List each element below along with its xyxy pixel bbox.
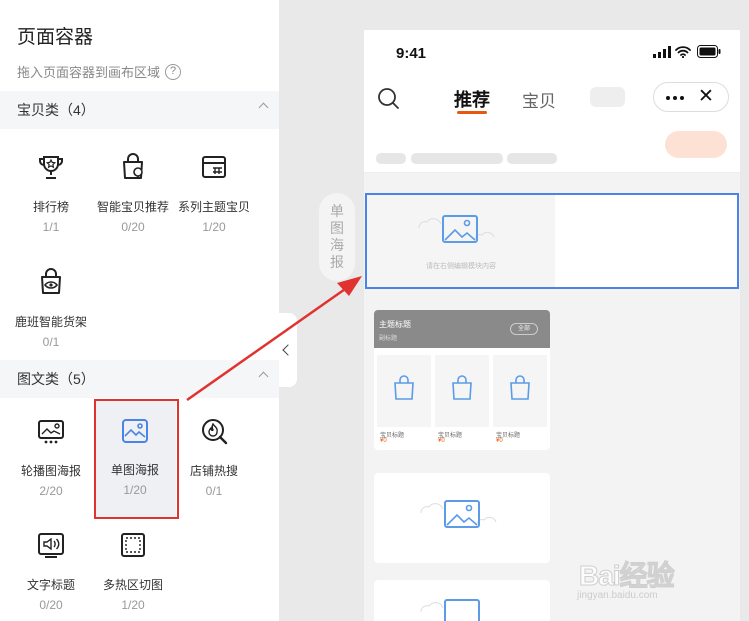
component-series-theme[interactable]: 系列主题宝贝 1/20 (173, 140, 255, 240)
tab-placeholder (590, 87, 625, 107)
text-title-icon (38, 533, 64, 558)
bag-icon (510, 375, 530, 400)
poster-placeholder: 请在右侧编辑模块内容 (367, 195, 555, 287)
bag-icon (452, 375, 472, 400)
chevron-up-icon (258, 102, 269, 113)
drag-hint-pill: 单 图 海 报 (319, 193, 355, 281)
component-name: 店铺热搜 (189, 464, 238, 478)
store-series-icon (202, 156, 226, 178)
component-name: 排行榜 (32, 200, 69, 214)
theme-products-card[interactable]: 主题标题 副标题 全部 宝贝标题 ¥0 宝贝标题 ¥0 宝贝标题 ¥0 (374, 310, 550, 450)
component-name: 多热区切图 (102, 578, 163, 592)
image-placeholder-icon (420, 500, 497, 528)
info-placeholder (376, 153, 406, 164)
mini-program-capsule: ✕ (653, 82, 729, 112)
component-ranking[interactable]: 排行榜 1/1 (10, 140, 92, 240)
follow-button-placeholder[interactable] (665, 131, 727, 158)
poster-card[interactable] (374, 473, 550, 563)
close-icon[interactable]: ✕ (698, 85, 714, 108)
component-name: 轮播图海报 (20, 464, 81, 478)
info-placeholder (411, 153, 503, 164)
component-count: 2/20 (39, 484, 63, 498)
image-placeholder-icon (418, 215, 495, 243)
component-text-title[interactable]: 文字标题 0/20 (10, 518, 92, 618)
watermark-logo: Bai经验 (579, 560, 676, 592)
tab-recommend[interactable]: 推荐 (454, 86, 490, 112)
chevron-up-icon (258, 371, 269, 382)
category-header-products[interactable]: 宝贝类（4） (0, 91, 279, 129)
component-count: 0/20 (39, 598, 63, 612)
image-placeholder-icon (420, 599, 480, 621)
battery-icon (697, 45, 721, 58)
bag-icon (394, 375, 414, 400)
component-carousel-poster[interactable]: 轮播图海报 2/20 (10, 404, 92, 504)
watermark-url: jingyan.baidu.com (577, 590, 658, 601)
smart-shelf-icon (41, 268, 61, 294)
signal-icon (653, 46, 671, 58)
panel-title: 页面容器 (17, 27, 94, 48)
search-icon[interactable] (377, 87, 401, 111)
drag-hint-text: 单 图 海 报 (330, 203, 344, 270)
category-label: 图文类（5） (17, 371, 95, 387)
component-name: 智能宝贝推荐 (96, 200, 169, 214)
product-price: ¥0 (380, 438, 387, 444)
product-slot (493, 355, 547, 427)
product-slot (377, 355, 431, 427)
tab-products[interactable]: 宝贝 (522, 87, 556, 112)
theme-title: 主题标题 (379, 320, 411, 329)
component-hotzone-cut[interactable]: 多热区切图 1/20 (92, 518, 174, 618)
component-name: 文字标题 (26, 578, 75, 592)
status-time: 9:41 (396, 45, 427, 62)
placeholder-text: 请在右侧编辑模块内容 (426, 263, 496, 270)
carousel-icon (38, 420, 64, 444)
wifi-icon (675, 46, 691, 58)
category-label: 宝贝类（4） (17, 102, 95, 118)
panel-subtitle-text: 拖入页面容器到画布区域 (17, 65, 161, 80)
help-icon[interactable]: ? (165, 63, 182, 80)
phone-header: 9:41 推荐 宝贝 ✕ (364, 30, 740, 173)
product-price: ¥0 (496, 438, 503, 444)
category-header-graphic[interactable]: 图文类（5） (0, 360, 279, 398)
component-smart-shelf[interactable]: 鹿班智能货架 0/1 (10, 255, 92, 355)
component-count: 1/20 (121, 598, 145, 612)
poster-card[interactable] (374, 580, 550, 621)
component-count: 0/1 (42, 335, 60, 349)
view-all-button[interactable]: 全部 (510, 323, 538, 335)
phone-preview: 9:41 推荐 宝贝 ✕ 请在右侧编辑模块内容 主题标题 副标题 全部 宝贝标题… (364, 30, 740, 621)
product-slot (435, 355, 489, 427)
panel-subtitle: 拖入页面容器到画布区域 ? (17, 62, 182, 81)
tab-underline (457, 111, 487, 114)
smart-bag-icon (123, 153, 143, 179)
component-count: 1/20 (202, 220, 226, 234)
info-placeholder (507, 153, 557, 164)
component-panel: 页面容器 拖入页面容器到画布区域 ? 宝贝类（4） 排行榜 1/1 智能宝贝推荐… (0, 0, 279, 621)
collapse-panel-button[interactable] (279, 313, 297, 387)
highlight-box (94, 399, 179, 519)
theme-subtitle: 副标题 (379, 336, 398, 342)
component-hot-search[interactable]: 店铺热搜 0/1 (173, 404, 255, 504)
component-count: 0/20 (121, 220, 145, 234)
theme-card-header: 主题标题 副标题 全部 (374, 310, 550, 348)
watermark: Bai经验 jingyan.baidu.com (571, 540, 741, 610)
trophy-icon (39, 156, 63, 179)
component-name: 系列主题宝贝 (177, 200, 250, 214)
component-count: 1/1 (42, 220, 60, 234)
product-price: ¥0 (438, 438, 445, 444)
component-smart-recommend[interactable]: 智能宝贝推荐 0/20 (92, 140, 174, 240)
component-name: 鹿班智能货架 (14, 315, 87, 329)
hot-search-icon (202, 419, 228, 445)
chevron-left-icon (282, 344, 294, 356)
hotzone-icon (121, 533, 145, 557)
component-count: 0/1 (205, 484, 223, 498)
selected-poster-module[interactable]: 请在右侧编辑模块内容 (365, 193, 739, 289)
more-icon[interactable] (666, 96, 684, 100)
